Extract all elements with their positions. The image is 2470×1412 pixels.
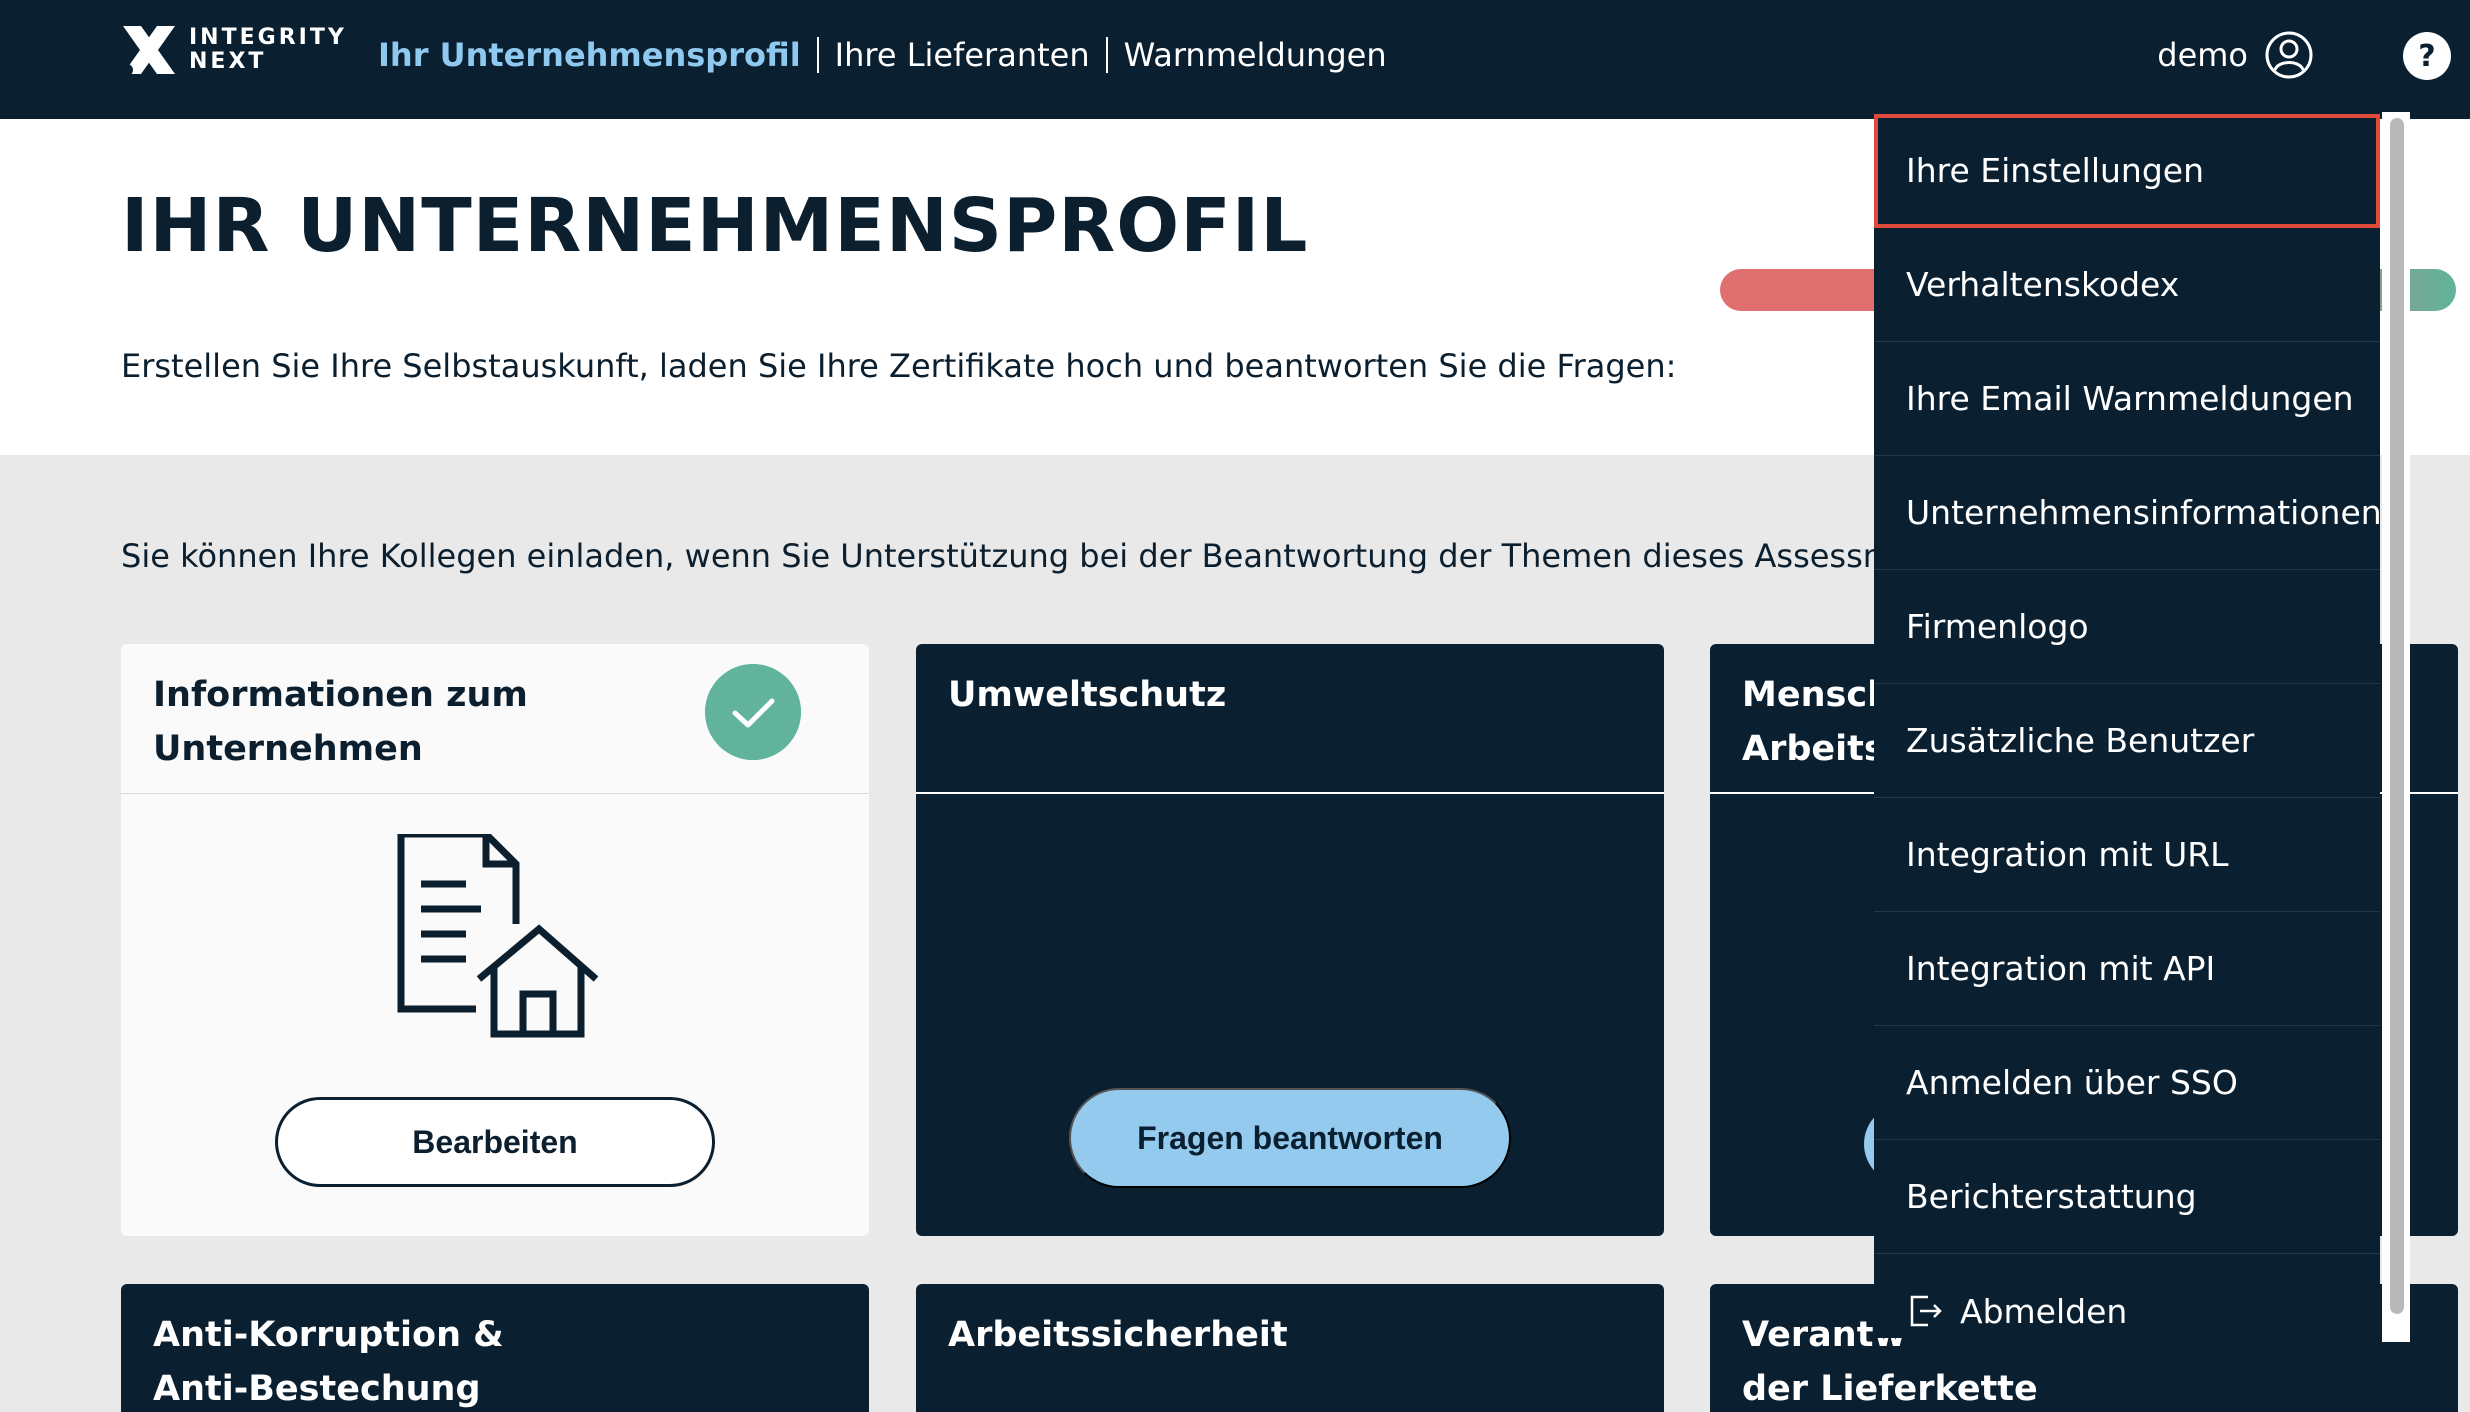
card-company-information: Informationen zum Unternehmen Bearbeiten (121, 644, 869, 1236)
page-subtitle: Erstellen Sie Ihre Selbstauskunft, laden… (121, 347, 1677, 385)
user-menu-toggle[interactable]: demo (2157, 30, 2314, 80)
card-title-line2: Anti-Bestechung (153, 1369, 481, 1409)
menu-item-email-alerts[interactable]: Ihre Email Warnmeldungen (1874, 342, 2380, 456)
scrollbar-thumb[interactable] (2390, 118, 2404, 1314)
nav-item-company-profile[interactable]: Ihr Unternehmensprofil (378, 36, 817, 74)
menu-item-api-integration[interactable]: Integration mit API (1874, 912, 2380, 1026)
logo-text-line2: NEXT (189, 49, 267, 74)
menu-item-reporting[interactable]: Berichterstattung (1874, 1140, 2380, 1254)
answer-questions-button[interactable]: Fragen beantworten (1069, 1088, 1511, 1188)
menu-item-logout[interactable]: Abmelden (1874, 1254, 2380, 1368)
card-anti-corruption: Anti-Korruption & Anti-Bestechung (121, 1284, 869, 1412)
logout-label: Abmelden (1960, 1291, 2128, 1331)
page-title: IHR UNTERNEHMENSPROFIL (121, 183, 1309, 269)
card-title-line2: der Lieferkette (1742, 1369, 2038, 1409)
card-title-line1: Umweltschutz (948, 675, 1227, 715)
card-title: Anti-Korruption & Anti-Bestechung (121, 1284, 869, 1412)
menu-item-url-integration[interactable]: Integration mit URL (1874, 798, 2380, 912)
user-dropdown-menu: Ihre Einstellungen Verhaltenskodex Ihre … (1874, 114, 2382, 1338)
menu-item-company-logo[interactable]: Firmenlogo (1874, 570, 2380, 684)
menu-item-code-of-conduct[interactable]: Verhaltenskodex (1874, 228, 2380, 342)
edit-button[interactable]: Bearbeiten (275, 1097, 715, 1187)
help-icon[interactable]: ? (2403, 32, 2451, 80)
invite-colleagues-text: Sie können Ihre Kollegen einladen, wenn … (121, 537, 1964, 575)
card-title: Umweltschutz (916, 644, 1664, 794)
logo[interactable]: INTEGRITY NEXT (119, 22, 347, 78)
menu-item-settings[interactable]: Ihre Einstellungen (1874, 114, 2380, 228)
nav-item-alerts[interactable]: Warnmeldungen (1108, 36, 1403, 74)
card-environmental-protection: Umweltschutz Fragen beantworten (916, 644, 1664, 1236)
top-navigation: INTEGRITY NEXT Ihr Unternehmensprofil Ih… (0, 0, 2470, 119)
logout-icon (1910, 1295, 1942, 1327)
menu-item-additional-users[interactable]: Zusätzliche Benutzer (1874, 684, 2380, 798)
card-title-line1: Anti-Korruption & (153, 1315, 504, 1355)
menu-item-company-information[interactable]: Unternehmensinformationen (1874, 456, 2382, 570)
dropdown-scrollbar[interactable] (2382, 112, 2410, 1342)
menu-item-sso-login[interactable]: Anmelden über SSO (1874, 1026, 2380, 1140)
user-name: demo (2157, 36, 2248, 74)
document-house-icon (397, 834, 599, 1038)
checkmark-icon (705, 664, 801, 760)
nav-item-suppliers[interactable]: Ihre Lieferanten (819, 36, 1106, 74)
card-occupational-safety: Arbeitssicherheit (916, 1284, 1664, 1412)
logo-text-line1: INTEGRITY (189, 25, 347, 50)
main-nav: Ihr Unternehmensprofil Ihre Lieferanten … (378, 32, 1403, 78)
user-avatar-icon (2265, 31, 2313, 79)
card-title: Arbeitssicherheit (916, 1284, 1664, 1412)
card-title-line1: Arbeitssicherheit (948, 1315, 1288, 1355)
logo-x-icon (121, 26, 175, 76)
logo-text: INTEGRITY NEXT (189, 26, 347, 74)
